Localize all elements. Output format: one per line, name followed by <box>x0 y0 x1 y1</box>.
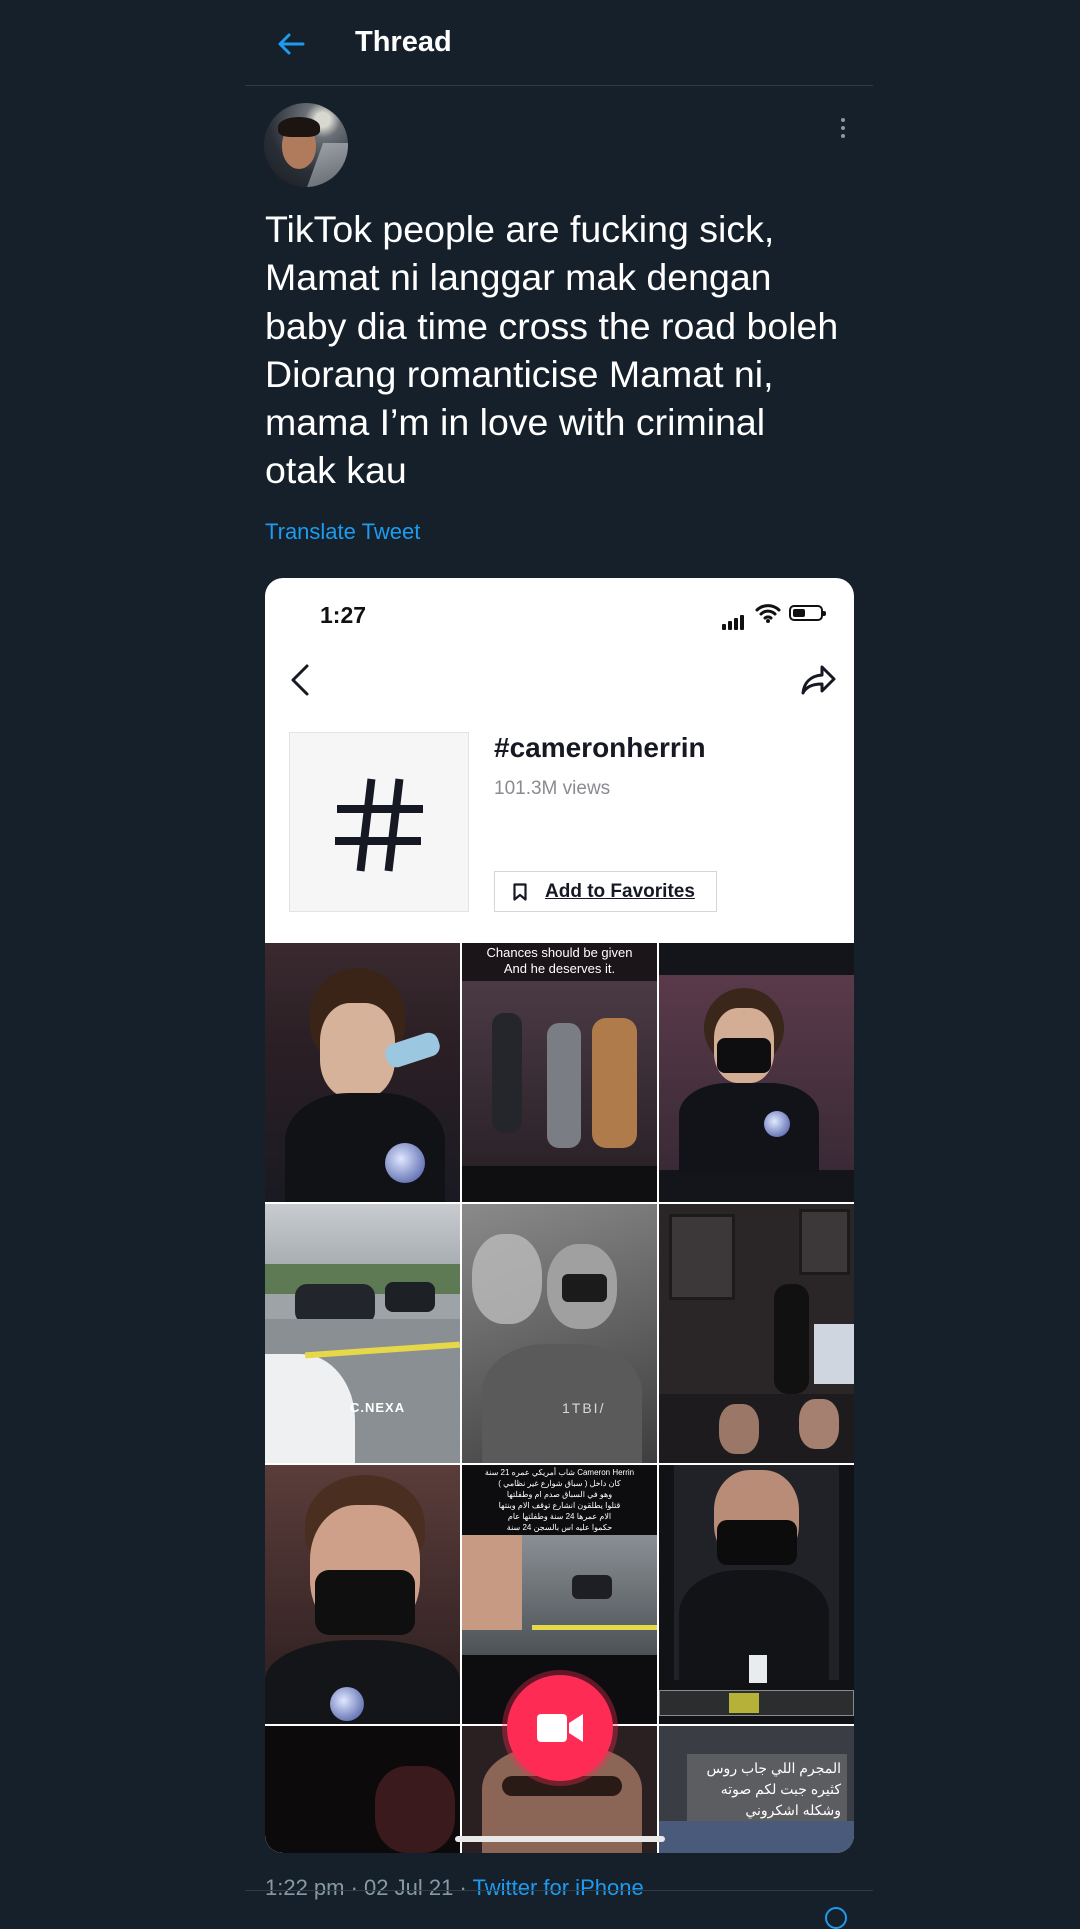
add-to-favorites-button: Add to Favorites <box>494 871 717 912</box>
video-thumbnail: 1TBI/ <box>462 1204 657 1463</box>
tweet-source-link[interactable]: Twitter for iPhone <box>473 1875 644 1900</box>
status-time: 1:27 <box>320 602 367 628</box>
tweet-timestamp: 1:22 pm · 02 Jul 21 · <box>265 1875 473 1900</box>
video-thumbnail: Chances should be given And he deserves … <box>462 943 657 1202</box>
home-indicator <box>455 1836 665 1842</box>
bookmark-icon <box>513 883 527 901</box>
video-thumbnail <box>659 943 854 1202</box>
share-icon <box>801 665 836 695</box>
page-title: Thread <box>355 26 452 58</box>
thread-header: Thread <box>245 0 873 86</box>
video-watermark: 1TBI/ <box>562 1400 606 1416</box>
video-thumbnail: C.NEXA <box>265 1204 460 1463</box>
wifi-icon <box>755 604 781 623</box>
video-thumbnail <box>659 1465 854 1724</box>
chevron-left-icon <box>291 664 309 696</box>
avatar[interactable] <box>264 103 348 187</box>
video-caption: المجرم اللي جاب روس كثيره جبت لكم صوته و… <box>687 1754 847 1825</box>
more-options-icon[interactable] <box>835 118 851 142</box>
hashtag-views: 101.3M views <box>494 778 611 799</box>
video-thumbnail <box>265 1726 460 1853</box>
back-arrow-icon[interactable] <box>275 28 307 60</box>
translate-tweet-link[interactable]: Translate Tweet <box>265 519 420 545</box>
video-watermark: C.NEXA <box>350 1400 406 1415</box>
hashtag-title: #cameronherrin <box>494 732 706 763</box>
battery-icon <box>789 605 826 621</box>
record-video-button <box>507 1675 613 1781</box>
video-camera-icon <box>537 1714 583 1742</box>
video-caption: Chances should be given And he deserves … <box>486 945 633 976</box>
video-thumbnail: المجرم اللي جاب روس كثيره جبت لكم صوته و… <box>659 1726 854 1853</box>
tweet-text: TikTok people are fucking sick, Mamat ni… <box>265 208 839 492</box>
tweet-metadata: 1:22 pm · 02 Jul 21 · Twitter for iPhone <box>265 1875 644 1901</box>
video-thumbnail <box>265 943 460 1202</box>
video-caption: شاب أمريكي عمره 21 سنة Cameron Herrin كا… <box>484 1468 635 1532</box>
reply-icon[interactable] <box>825 1907 847 1929</box>
hashtag-icon <box>335 778 423 872</box>
add-to-favorites-label: Add to Favorites <box>545 881 695 902</box>
video-thumbnail <box>265 1465 460 1724</box>
hashtag-thumbnail <box>289 732 469 912</box>
video-thumbnail <box>659 1204 854 1463</box>
divider <box>245 1890 873 1891</box>
signal-icon <box>722 612 746 630</box>
thread-column: Thread TikTok people are fucking sick, M… <box>245 0 873 1929</box>
tweet-media-image[interactable]: 1:27 #cameronherrin 101.3M views Add to … <box>265 578 854 1853</box>
